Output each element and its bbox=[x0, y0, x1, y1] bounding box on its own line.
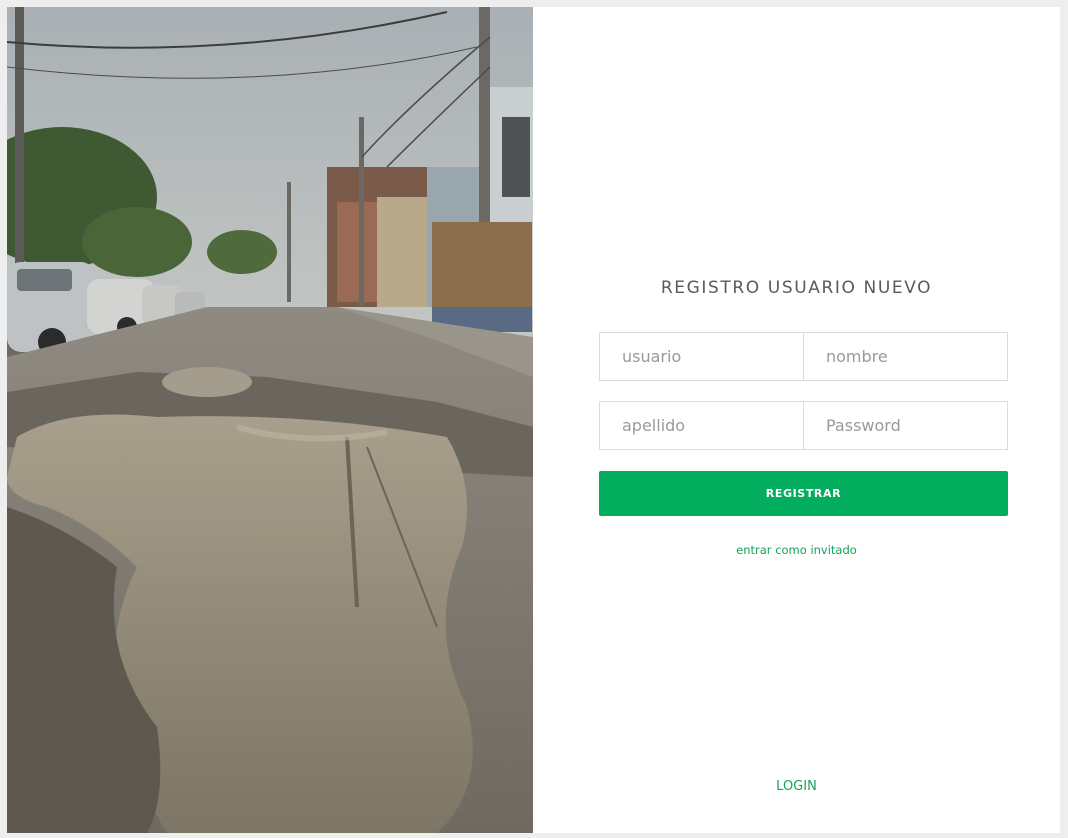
form-title: REGISTRO USUARIO NUEVO bbox=[660, 278, 933, 298]
password-input[interactable] bbox=[803, 401, 1008, 450]
register-button[interactable]: REGISTRAR bbox=[599, 471, 1008, 516]
apellido-input[interactable] bbox=[599, 401, 804, 450]
page-frame: REGISTRO USUARIO NUEVO REGISTRAR entrar … bbox=[7, 7, 1060, 833]
street-photo bbox=[7, 7, 533, 833]
register-panel: REGISTRO USUARIO NUEVO REGISTRAR entrar … bbox=[533, 7, 1060, 833]
usuario-input[interactable] bbox=[599, 332, 804, 381]
guest-login-link[interactable]: entrar como invitado bbox=[533, 543, 1060, 557]
login-link[interactable]: LOGIN bbox=[533, 779, 1060, 794]
nombre-input[interactable] bbox=[803, 332, 1008, 381]
